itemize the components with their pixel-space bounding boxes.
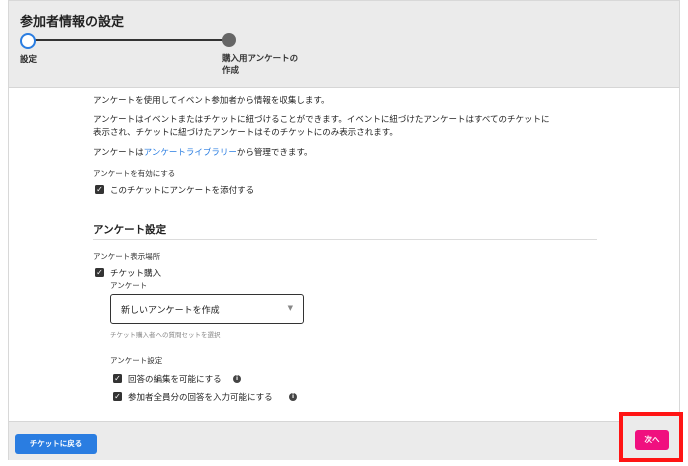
display-location-label: アンケート表示場所 — [93, 252, 161, 261]
survey-settings-title: アンケート設定 — [93, 224, 167, 236]
section-divider — [93, 239, 597, 240]
info-icon[interactable]: i — [289, 393, 297, 401]
dialog-content: アンケートを使用してイベント参加者から情報を収集します。 アンケートはイベントま… — [9, 88, 679, 421]
intro-text-1: アンケートを使用してイベント参加者から情報を収集します。 — [93, 96, 330, 106]
survey-select[interactable]: 新しいアンケートを作成 ▼ — [110, 294, 304, 324]
all-participants-checkbox-label: 参加者全員分の回答を入力可能にする — [128, 393, 273, 403]
survey-settings-label: アンケート設定 — [110, 356, 163, 365]
page-title: 参加者情報の設定 — [20, 15, 125, 30]
intro-text-3-suffix: から管理できます。 — [236, 148, 313, 158]
attach-survey-checkbox[interactable]: ✓ — [95, 185, 104, 194]
survey-field-label: アンケート — [110, 281, 148, 290]
next-button-highlight: 次へ — [619, 412, 683, 462]
survey-library-link[interactable]: アンケートライブラリー — [144, 148, 237, 158]
step-1-indicator[interactable] — [20, 33, 36, 49]
all-participants-checkbox[interactable]: ✓ — [113, 392, 122, 401]
intro-text-3-prefix: アンケートは — [93, 148, 144, 158]
dialog-header: 参加者情報の設定 設定 購入用アンケートの作成 — [9, 1, 679, 88]
ticket-purchase-checkbox[interactable]: ✓ — [95, 268, 104, 277]
info-icon[interactable]: i — [233, 375, 241, 383]
chevron-down-icon: ▼ — [287, 304, 293, 312]
allow-edit-checkbox[interactable]: ✓ — [113, 374, 122, 383]
participant-info-dialog: 参加者情報の設定 設定 購入用アンケートの作成 アンケートを使用してイベント参加… — [8, 0, 680, 460]
intro-text-2-line-2: 表示され、チケットに紐づけたアンケートはそのチケットにのみ表示されます。 — [93, 128, 398, 138]
intro-text-3: アンケートはアンケートライブラリーから管理できます。 — [93, 147, 313, 160]
step-1-label: 設定 — [20, 55, 38, 65]
allow-edit-checkbox-label: 回答の編集を可能にする — [128, 375, 222, 385]
step-2-indicator[interactable] — [222, 33, 236, 47]
intro-text-2-line-1: アンケートはイベントまたはチケットに紐づけることができます。イベントに紐づけたア… — [93, 115, 550, 125]
enable-survey-label: アンケートを有効にする — [93, 169, 176, 178]
survey-select-hint: チケット購入者への質問セットを選択 — [110, 331, 221, 339]
next-button[interactable]: 次へ — [635, 430, 669, 450]
stepper-line — [30, 39, 230, 41]
survey-select-value: 新しいアンケートを作成 — [121, 306, 220, 316]
ticket-purchase-checkbox-label: チケット購入 — [110, 269, 162, 279]
step-2-label: 購入用アンケートの作成 — [222, 54, 299, 76]
dialog-footer: チケットに戻る — [9, 421, 679, 460]
back-to-tickets-button[interactable]: チケットに戻る — [15, 434, 97, 454]
attach-survey-checkbox-label: このチケットにアンケートを添付する — [110, 186, 255, 196]
